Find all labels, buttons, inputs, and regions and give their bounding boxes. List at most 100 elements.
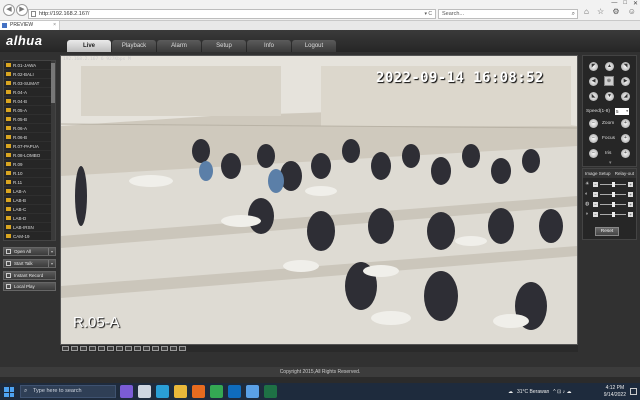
- ptz-down-icon[interactable]: ▼: [605, 92, 614, 101]
- favorites-icon[interactable]: ☆: [597, 7, 604, 16]
- channel-item[interactable]: LAB-B: [4, 196, 55, 205]
- channel-item[interactable]: R.05-B: [4, 115, 55, 124]
- tab-live[interactable]: Live: [67, 40, 111, 52]
- channel-item[interactable]: LAB-IRSN: [4, 223, 55, 232]
- excel-icon[interactable]: [264, 385, 277, 398]
- hue-slider[interactable]: ◑ − +: [585, 212, 635, 218]
- ptz-up-icon[interactable]: ▲: [605, 62, 614, 71]
- zoom-out-button[interactable]: −: [589, 119, 598, 128]
- hue-knob[interactable]: [611, 212, 615, 217]
- tab-info[interactable]: Info: [247, 40, 291, 52]
- channel-item[interactable]: LAB-D: [4, 214, 55, 223]
- ptz-left-icon[interactable]: ◀: [589, 77, 598, 86]
- snapshot-icon[interactable]: [107, 346, 114, 351]
- contrast-track[interactable]: [600, 192, 626, 197]
- settings-gear-icon[interactable]: ⚙: [612, 7, 619, 16]
- address-bar[interactable]: http://192.168.2.167/ ▾ C: [28, 9, 436, 19]
- saturation-track[interactable]: [600, 202, 626, 207]
- channel-item[interactable]: LAB-C: [4, 205, 55, 214]
- ptz-more-icon[interactable]: ▾: [609, 160, 612, 166]
- reset-button[interactable]: Reset: [595, 227, 619, 236]
- stream-sub-icon[interactable]: [161, 346, 168, 351]
- home-icon[interactable]: ⌂: [584, 7, 589, 16]
- ptz-down-right-icon[interactable]: ◢: [621, 92, 630, 101]
- hue-track[interactable]: [600, 212, 626, 217]
- saturation-knob[interactable]: [611, 202, 615, 207]
- start-talk-dropdown-icon[interactable]: ▾: [48, 259, 55, 267]
- contrast-decrease-button[interactable]: −: [593, 192, 598, 197]
- back-button[interactable]: ◀: [3, 4, 15, 16]
- brightness-track[interactable]: [600, 182, 626, 187]
- ptz-down-left-icon[interactable]: ◣: [589, 92, 598, 101]
- ptz-up-right-icon[interactable]: ◥: [621, 62, 630, 71]
- ptz-right-icon[interactable]: ▶: [621, 77, 630, 86]
- iris-close-button[interactable]: −: [589, 149, 598, 158]
- channel-item[interactable]: R.06-B: [4, 133, 55, 142]
- contrast-increase-button[interactable]: +: [628, 192, 633, 197]
- saturation-slider[interactable]: ◍ − +: [585, 202, 635, 208]
- contrast-knob[interactable]: [611, 192, 615, 197]
- edge-icon[interactable]: [156, 385, 169, 398]
- brightness-increase-button[interactable]: +: [628, 182, 633, 187]
- audio-icon[interactable]: [134, 346, 141, 351]
- outlook-icon[interactable]: [228, 385, 241, 398]
- channel-item[interactable]: R.04-B: [4, 97, 55, 106]
- brightness-knob[interactable]: [611, 182, 615, 187]
- taskbar-clock[interactable]: 4:12 PM 9/14/2022: [604, 385, 626, 398]
- layout-4-icon[interactable]: [71, 346, 78, 351]
- focus-near-button[interactable]: −: [589, 134, 598, 143]
- fullscreen-icon[interactable]: [98, 346, 105, 351]
- open-all-button[interactable]: Open All ▾: [3, 247, 56, 256]
- channel-item[interactable]: CAM-19: [4, 232, 55, 240]
- zoom-icon[interactable]: [125, 346, 132, 351]
- channel-item[interactable]: R.01-JAWA: [4, 61, 55, 70]
- taskbar-search-input[interactable]: ⌕ Type here to search: [20, 385, 116, 398]
- ratio-icon[interactable]: [170, 346, 177, 351]
- browser-tab-preview[interactable]: PREVIEW ×: [0, 21, 60, 30]
- brightness-decrease-button[interactable]: −: [593, 182, 598, 187]
- channel-item[interactable]: R.05-A: [4, 106, 55, 115]
- layout-9-icon[interactable]: [80, 346, 87, 351]
- saturation-decrease-button[interactable]: −: [593, 202, 598, 207]
- channel-item[interactable]: R.03-SUMAT: [4, 79, 55, 88]
- ie-icon[interactable]: [246, 385, 259, 398]
- stream-main-icon[interactable]: [152, 346, 159, 351]
- ptz-center-icon[interactable]: ⊕: [604, 76, 614, 86]
- tab-playback[interactable]: Playback: [112, 40, 156, 52]
- instant-record-button[interactable]: Instant Record: [3, 270, 56, 280]
- tab-setup[interactable]: Setup: [202, 40, 246, 52]
- close-all-icon[interactable]: [143, 346, 150, 351]
- record-toggle-icon[interactable]: [116, 346, 123, 351]
- channel-item[interactable]: R.04-A: [4, 88, 55, 97]
- zoom-in-button[interactable]: +: [621, 119, 630, 128]
- weather-text[interactable]: 31°C Berawan: [517, 389, 549, 395]
- channel-list-scrollbar[interactable]: [51, 61, 55, 240]
- smiley-icon[interactable]: ☺: [628, 7, 636, 16]
- close-icon[interactable]: ✕: [633, 0, 638, 7]
- notification-icon[interactable]: [630, 388, 637, 395]
- contrast-slider[interactable]: ◐ − +: [585, 192, 635, 198]
- tab-close-icon[interactable]: ×: [53, 21, 56, 30]
- ptz-up-left-icon[interactable]: ◤: [589, 62, 598, 71]
- open-all-dropdown-icon[interactable]: ▾: [48, 248, 55, 255]
- layout-16-icon[interactable]: [89, 346, 96, 351]
- start-talk-button[interactable]: Start Talk ▾: [3, 258, 56, 268]
- minimize-icon[interactable]: —: [611, 0, 617, 7]
- channel-item[interactable]: R.07-PAPUA: [4, 142, 55, 151]
- explorer-icon[interactable]: [174, 385, 187, 398]
- cortana-icon[interactable]: [120, 385, 133, 398]
- brightness-slider[interactable]: ☀ − +: [585, 182, 635, 188]
- video-window[interactable]: 192.168.2.167 6 927Kbps M 2022-09-14 16:…: [60, 55, 578, 345]
- scrollbar-thumb[interactable]: [51, 63, 55, 103]
- fluency-icon[interactable]: [179, 346, 186, 351]
- channel-item[interactable]: R.09: [4, 160, 55, 169]
- channel-item[interactable]: LAB-A: [4, 187, 55, 196]
- maximize-icon[interactable]: □: [623, 0, 627, 7]
- tray-icons[interactable]: ^ ⊡ ♪ ☁: [553, 389, 571, 395]
- saturation-increase-button[interactable]: +: [628, 202, 633, 207]
- iris-open-button[interactable]: +: [621, 149, 630, 158]
- speed-select[interactable]: 5 ▾: [615, 108, 629, 115]
- relay-out-tab[interactable]: Relay-out: [615, 169, 634, 178]
- local-play-button[interactable]: Local Play: [3, 282, 56, 292]
- hue-increase-button[interactable]: +: [628, 212, 633, 217]
